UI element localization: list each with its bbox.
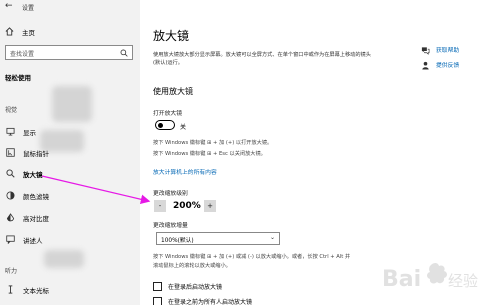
zoom-decrease-button[interactable]: - [154, 200, 166, 212]
toggle-state-text: 关 [180, 124, 187, 131]
group-label-hearing: 听力 [5, 268, 18, 275]
zoom-increment-select[interactable]: 100%(默认) ⌄ [156, 232, 280, 245]
magnify-everything-link[interactable]: 放大计算机上的所有内容 [153, 167, 217, 176]
svg-text:Bai: Bai [382, 267, 421, 292]
sidebar-item-magnifier[interactable]: 放大镜 [5, 167, 135, 180]
page-description: 使用放大镜放大部分显示屏幕。放大镜可以全屏方式、在单个窗口中或作为在屏幕上移动的… [153, 52, 371, 66]
checkbox-box [153, 281, 162, 291]
sidebar-item-label: 文本光标 [23, 286, 49, 295]
zoom-increment-label: 更改缩放增量 [153, 223, 188, 229]
group-label-vision: 视觉 [5, 107, 18, 114]
svg-text:经验: 经验 [448, 272, 478, 290]
feedback-label: 提供反馈 [436, 62, 460, 69]
color-filter-icon [5, 191, 15, 201]
toggle-label: 打开放大镜 [153, 111, 182, 117]
sidebar-item-label: 讲述人 [23, 236, 43, 245]
mouse-pointer-icon [5, 148, 15, 158]
text-cursor-icon [5, 285, 15, 295]
hint-zoom-shortcut: 按下 Windows 徽标键 ⊞ + 加 (+) 或减 (-) 以放大或缩小。或… [153, 254, 351, 269]
zoom-increment-value: 100%(默认) [161, 238, 194, 244]
search-input[interactable]: 查找设置 [5, 45, 133, 60]
sidebar-item-narrator[interactable]: 讲述人 [5, 233, 135, 246]
sidebar-item-text-cursor[interactable]: 文本光标 [5, 283, 135, 296]
home-icon [5, 26, 15, 38]
magnifier-toggle[interactable] [155, 120, 175, 130]
checkbox-box [153, 296, 162, 305]
toggle-knob [158, 122, 163, 128]
narrator-icon [5, 235, 15, 245]
checkbox-label: 在登录后启动放大镜 [168, 283, 223, 291]
title-bar: ← 设置 [0, 0, 140, 14]
magnifier-icon [5, 169, 15, 179]
start-after-login-checkbox[interactable]: 在登录后启动放大镜 [153, 281, 222, 291]
high-contrast-icon [5, 213, 15, 223]
settings-sidebar: ← 设置 主页 查找设置 轻松使用 视觉 显示 鼠标指针 放大镜 颜色滤镜 高对… [0, 0, 140, 305]
window-title: 设置 [22, 5, 35, 12]
sidebar-item-label: 鼠标指针 [23, 149, 49, 158]
sidebar-item-label: 颜色滤镜 [23, 192, 49, 201]
feedback-icon [421, 55, 430, 74]
sidebar-item-mouse-pointer[interactable]: 鼠标指针 [5, 146, 135, 159]
sidebar-item-label: 显示 [23, 128, 36, 137]
chevron-down-icon: ⌄ [269, 234, 275, 241]
home-label: 主页 [22, 29, 35, 37]
sidebar-item-display[interactable]: 显示 [5, 125, 135, 138]
sidebar-item-high-contrast[interactable]: 高对比度 [5, 211, 135, 224]
get-help-label: 获取帮助 [436, 47, 460, 54]
sidebar-item-color-filters[interactable]: 颜色滤镜 [5, 189, 135, 202]
zoom-level-value: 200% [173, 201, 201, 211]
page-title: 放大镜 [153, 29, 190, 43]
obscured-area [52, 86, 92, 122]
zoom-increase-button[interactable]: + [204, 200, 216, 212]
home-nav-item[interactable]: 主页 [5, 26, 35, 38]
checkbox-label: 在登录之前为所有人启动放大镜 [168, 298, 253, 305]
start-before-login-checkbox[interactable]: 在登录之前为所有人启动放大镜 [153, 296, 252, 305]
get-help-link[interactable]: 获取帮助 [421, 44, 460, 55]
hint-open-shortcut: 按下 Windows 徽标键 ⊞ + 加 (+) 以打开放大镜。 [153, 140, 273, 146]
sidebar-item-label: 放大镜 [23, 170, 43, 179]
section-title-ease-of-access: 轻松使用 [5, 74, 31, 82]
sidebar-item-label: 高对比度 [23, 214, 49, 223]
search-icon [120, 49, 128, 57]
hint-close-shortcut: 按下 Windows 徽标键 ⊞ + Esc 以关闭放大镜。 [153, 151, 266, 157]
back-arrow-icon[interactable]: ← [5, 1, 13, 11]
section-heading-use-magnifier: 使用放大镜 [153, 87, 193, 96]
search-placeholder: 查找设置 [10, 51, 35, 58]
baidu-watermark-logo: Bai 经验 [382, 263, 478, 292]
zoom-level-label: 更改缩放级别 [153, 191, 188, 197]
monitor-icon [5, 127, 15, 137]
obscured-area [44, 250, 84, 268]
feedback-link[interactable]: 提供反馈 [421, 59, 460, 70]
